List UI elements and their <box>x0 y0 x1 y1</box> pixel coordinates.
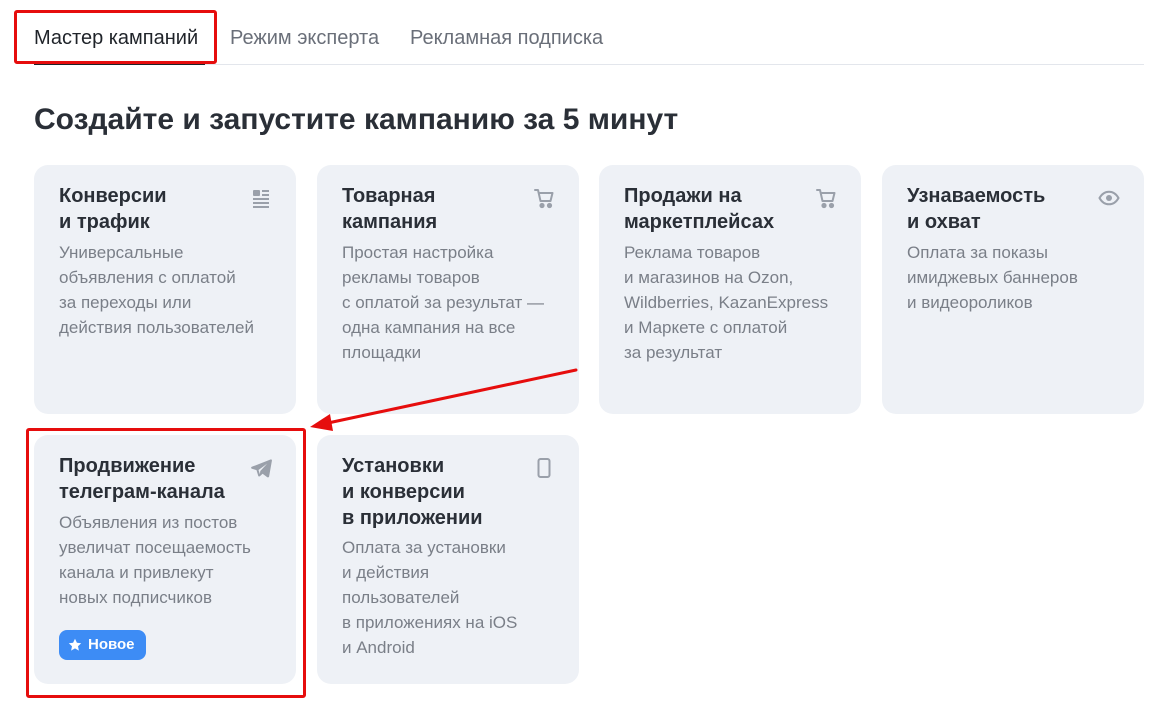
card-conversions-traffic[interactable]: Конверсии и трафик Универсальные объявле… <box>34 165 296 414</box>
cart-icon <box>533 187 555 209</box>
tab-ad-subscription[interactable]: Рекламная подписка <box>410 26 603 50</box>
tab-expert-mode[interactable]: Режим эксперта <box>230 26 379 50</box>
star-icon <box>68 638 82 652</box>
list-icon <box>250 187 272 209</box>
tab-campaign-wizard[interactable]: Мастер кампаний <box>34 26 198 50</box>
card-description: Оплата за показы имиджевых баннеров и ви… <box>907 243 1078 312</box>
card-product-campaign[interactable]: Товарная кампания Простая настройка рекл… <box>317 165 579 414</box>
new-badge: Новое <box>59 630 146 660</box>
phone-icon <box>533 457 555 479</box>
card-app-installs[interactable]: Установки и конверсии в приложении Оплат… <box>317 435 579 684</box>
card-description: Реклама товаров и магазинов на Ozon, Wil… <box>624 243 829 362</box>
card-title: Товарная кампания <box>342 185 438 233</box>
card-title: Продажи на маркетплейсах <box>624 185 775 233</box>
cart-icon <box>815 187 837 209</box>
card-description: Универсальные объявления с оплатой за пе… <box>59 243 255 337</box>
badge-label: Новое <box>88 636 135 653</box>
card-title: Конверсии и трафик <box>59 185 167 233</box>
card-title: Установки и конверсии в приложении <box>342 455 483 529</box>
card-title: Продвижение телеграм-канала <box>59 455 225 503</box>
card-awareness-reach[interactable]: Узнаваемость и охват Оплата за показы им… <box>882 165 1144 414</box>
page-title: Создайте и запустите кампанию за 5 минут <box>34 103 679 136</box>
telegram-plane-icon <box>250 457 272 479</box>
card-description: Объявления из постов увеличат посещаемос… <box>59 513 251 607</box>
card-marketplace-sales[interactable]: Продажи на маркетплейсах Реклама товаров… <box>599 165 861 414</box>
card-telegram-promotion[interactable]: Продвижение телеграм-канала Объявления и… <box>34 435 296 684</box>
card-description: Оплата за установки и действия пользоват… <box>342 538 518 657</box>
active-tab-underline <box>34 62 205 65</box>
eye-icon <box>1098 187 1120 209</box>
card-description: Простая настройка рекламы товаров с опла… <box>342 243 545 362</box>
tab-bar: Мастер кампаний Режим эксперта Рекламная… <box>34 14 1144 65</box>
card-title: Узнаваемость и охват <box>907 185 1046 233</box>
